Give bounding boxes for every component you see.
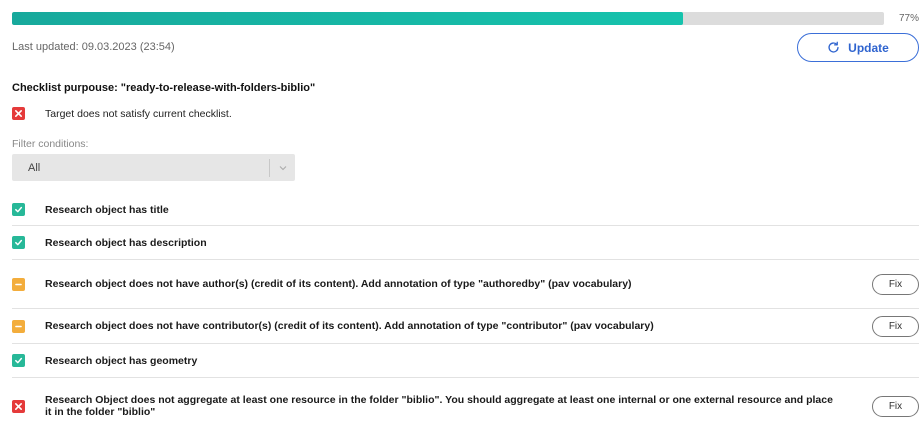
check-icon: [12, 203, 25, 216]
checklist-item: Research object does not have contributo…: [12, 309, 919, 344]
checklist-item-label: Research object does not have contributo…: [45, 320, 654, 332]
fix-button[interactable]: Fix: [872, 273, 919, 295]
checklist-item-label: Research object has geometry: [45, 354, 198, 367]
checklist-item: Research object has description: [12, 226, 919, 260]
fix-button[interactable]: Fix: [872, 315, 919, 337]
target-status: Target does not satisfy current checklis…: [12, 107, 232, 120]
update-button-label: Update: [848, 40, 889, 55]
target-status-text: Target does not satisfy current checklis…: [45, 107, 232, 120]
checklist-item: Research object has title: [12, 194, 919, 226]
chevron-down-icon[interactable]: [270, 165, 295, 171]
progress-bar-fill: [12, 12, 684, 25]
checklist-item-label: Research Object does not aggregate at le…: [45, 394, 833, 418]
check-icon: [12, 354, 25, 367]
checklist-item: Research Object does not aggregate at le…: [12, 378, 919, 426]
fix-button[interactable]: Fix: [872, 395, 919, 417]
checklist: Research object has title Research object…: [12, 194, 919, 426]
minus-icon: [12, 277, 25, 291]
update-button[interactable]: Update: [797, 33, 919, 62]
refresh-icon: [828, 41, 839, 53]
progress-bar: [12, 12, 884, 25]
checklist-item-label: Research object has description: [45, 236, 207, 249]
filter-selected-value: All: [28, 161, 41, 174]
filter-conditions-select[interactable]: All: [12, 154, 295, 181]
check-icon: [12, 236, 25, 249]
checklist-purpose: Checklist purpouse: "ready-to-release-wi…: [12, 82, 316, 94]
last-updated-text: Last updated: 09.03.2023 (23:54): [12, 41, 175, 53]
checklist-item: Research object has geometry: [12, 344, 919, 378]
checklist-item-label: Research object has title: [45, 203, 169, 216]
fail-icon: [12, 107, 25, 120]
minus-icon: [12, 319, 25, 333]
checklist-item-label: Research object does not have author(s) …: [45, 278, 632, 290]
filter-label: Filter conditions:: [12, 138, 89, 150]
progress-percent: 77%: [898, 13, 919, 24]
checklist-item: Research object does not have author(s) …: [12, 260, 919, 309]
fail-icon: [12, 399, 25, 413]
